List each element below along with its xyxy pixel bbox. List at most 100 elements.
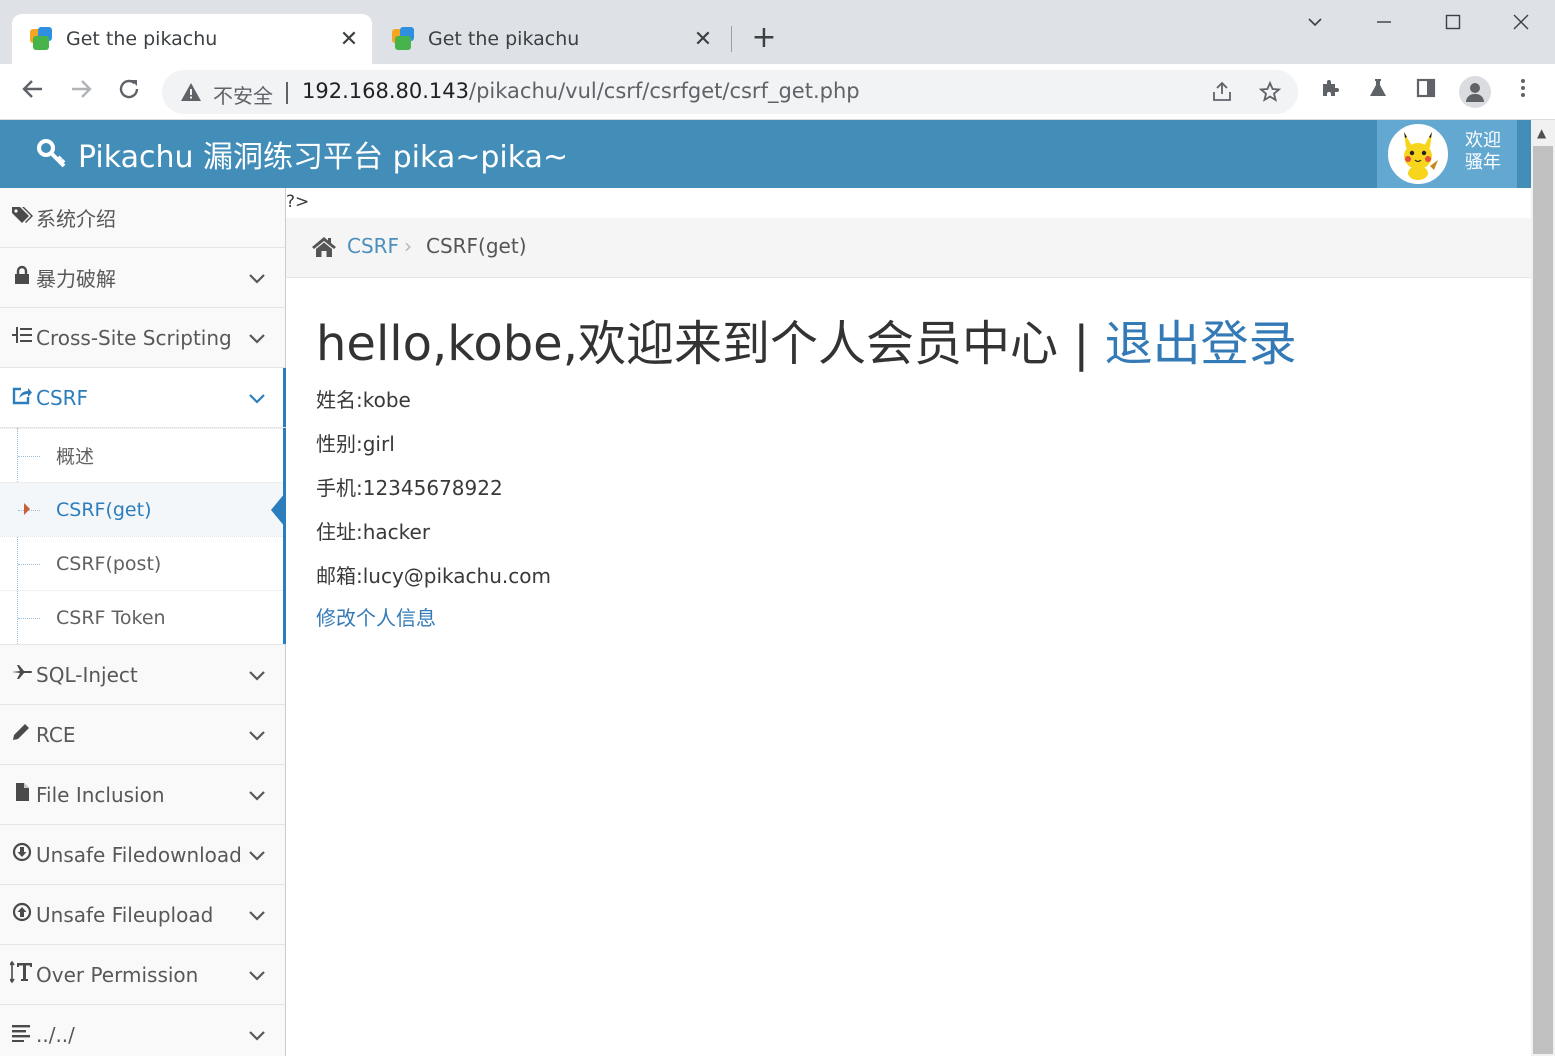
browser-toolbar: 不安全 192.168.80.143/pikachu/vul/csrf/csrf… bbox=[0, 64, 1555, 120]
close-icon[interactable] bbox=[1501, 8, 1541, 40]
security-label[interactable]: 不安全 bbox=[213, 80, 273, 109]
new-tab-button[interactable]: + bbox=[748, 22, 780, 54]
sidebar-item-sqli[interactable]: SQL-Inject bbox=[0, 645, 285, 705]
chevron-down-icon bbox=[249, 910, 265, 921]
menu-icon[interactable] bbox=[1506, 76, 1540, 110]
web-page: Pikachu 漏洞练习平台 pika~pika~ 欢迎 骚年 系统介绍 暴力破… bbox=[0, 120, 1531, 1056]
pikachu-favicon-icon bbox=[392, 27, 416, 51]
caret-right-icon bbox=[24, 503, 30, 515]
user-menu[interactable]: 欢迎 骚年 bbox=[1377, 120, 1517, 188]
edit-profile-link[interactable]: 修改个人信息 bbox=[316, 606, 1297, 630]
active-pointer-icon bbox=[271, 493, 285, 527]
sidepanel-icon[interactable] bbox=[1409, 76, 1443, 110]
breadcrumb: CSRF › CSRF(get) bbox=[286, 218, 1531, 278]
main-content: ?> CSRF › CSRF(get) hello,kobe,欢迎来到个人会员中… bbox=[286, 188, 1531, 1056]
plane-icon bbox=[10, 662, 34, 687]
key-icon bbox=[37, 139, 66, 168]
submenu-item-csrf-get[interactable]: CSRF(get) bbox=[0, 482, 285, 536]
extensions-icon[interactable] bbox=[1314, 76, 1348, 110]
tab-close-icon[interactable]: ✕ bbox=[338, 27, 360, 52]
tags-icon bbox=[10, 205, 34, 230]
sidebar-item-directory-traversal[interactable]: ../../ bbox=[0, 1005, 285, 1056]
info-gender: 性别:girl bbox=[316, 432, 395, 456]
maximize-icon[interactable] bbox=[1433, 8, 1473, 40]
submenu-item-label: CSRF(get) bbox=[56, 498, 152, 521]
reload-icon[interactable] bbox=[112, 76, 146, 110]
submenu-item-overview[interactable]: 概述 bbox=[0, 428, 285, 482]
greeting-text: hello,kobe,欢迎来到个人会员中心 | bbox=[316, 316, 1105, 372]
warning-icon[interactable] bbox=[180, 81, 202, 103]
chevron-down-icon bbox=[249, 970, 265, 981]
info-name: 姓名:kobe bbox=[316, 388, 411, 412]
logout-link[interactable]: 退出登录 bbox=[1105, 316, 1297, 372]
member-center: hello,kobe,欢迎来到个人会员中心 | 退出登录 姓名:kobe 性别:… bbox=[316, 314, 1297, 630]
sidebar-item-unsafe-fileupload[interactable]: Unsafe Fileupload bbox=[0, 885, 285, 945]
upload-circle-icon bbox=[10, 902, 34, 927]
browser-tab-inactive[interactable]: Get the pikachu ✕ bbox=[374, 14, 726, 64]
share-icon[interactable] bbox=[1209, 80, 1235, 106]
sidebar-item-label: File Inclusion bbox=[36, 782, 165, 807]
back-icon[interactable] bbox=[16, 76, 50, 110]
page-scrollbar[interactable]: ▲ bbox=[1531, 120, 1555, 1056]
chevron-down-icon bbox=[249, 730, 265, 741]
breadcrumb-link-csrf[interactable]: CSRF bbox=[347, 234, 399, 258]
text-height-icon bbox=[9, 960, 34, 988]
submenu-item-label: CSRF Token bbox=[56, 606, 166, 629]
download-circle-icon bbox=[10, 842, 34, 867]
site-header: Pikachu 漏洞练习平台 pika~pika~ 欢迎 骚年 bbox=[0, 120, 1531, 188]
brand-title: Pikachu 漏洞练习平台 pika~pika~ bbox=[78, 140, 569, 175]
welcome-text: 欢迎 骚年 bbox=[1465, 130, 1501, 173]
info-address: 住址:hacker bbox=[316, 520, 431, 544]
breadcrumb-separator: › bbox=[404, 234, 412, 258]
submenu-item-csrf-token[interactable]: CSRF Token bbox=[0, 590, 285, 644]
scroll-up-icon[interactable]: ▲ bbox=[1537, 126, 1546, 140]
address-separator bbox=[286, 82, 288, 104]
browser-tab-active[interactable]: Get the pikachu ✕ bbox=[12, 14, 372, 64]
url-text[interactable]: 192.168.80.143/pikachu/vul/csrf/csrfget/… bbox=[302, 79, 860, 103]
sidebar-item-label: Unsafe Filedownload bbox=[36, 842, 242, 867]
tab-title: Get the pikachu bbox=[428, 28, 580, 50]
align-left-icon bbox=[10, 1022, 34, 1047]
pikachu-favicon-icon bbox=[30, 27, 54, 51]
sidebar-item-label: Cross-Site Scripting bbox=[36, 325, 232, 350]
forward-icon[interactable] bbox=[64, 76, 98, 110]
sidebar-item-file-inclusion[interactable]: File Inclusion bbox=[0, 765, 285, 825]
profile-icon[interactable] bbox=[1459, 76, 1491, 108]
info-phone: 手机:12345678922 bbox=[316, 476, 503, 500]
list-tree-icon bbox=[10, 325, 34, 350]
sidebar-item-xss[interactable]: Cross-Site Scripting bbox=[0, 308, 285, 368]
csrf-submenu: 概述 CSRF(get) CSRF(post) CSRF Token bbox=[0, 428, 286, 645]
browser-tab-strip: Get the pikachu ✕ Get the pikachu ✕ + bbox=[0, 0, 1555, 64]
info-email: 邮箱:lucy@pikachu.com bbox=[316, 564, 551, 588]
file-icon bbox=[10, 782, 34, 807]
chevron-down-icon bbox=[249, 790, 265, 801]
address-bar[interactable]: 不安全 192.168.80.143/pikachu/vul/csrf/csrf… bbox=[162, 70, 1298, 114]
share-square-icon bbox=[10, 385, 34, 410]
sidebar-item-unsafe-filedownload[interactable]: Unsafe Filedownload bbox=[0, 825, 285, 885]
tab-search-icon[interactable] bbox=[1295, 8, 1335, 40]
scrollbar-thumb[interactable] bbox=[1533, 146, 1553, 1054]
sidebar-item-label: ../../ bbox=[36, 1022, 75, 1047]
tab-close-icon[interactable]: ✕ bbox=[692, 27, 714, 52]
sidebar: 系统介绍 暴力破解 Cross-Site Scripting CSRF 概述 C… bbox=[0, 188, 286, 1056]
sidebar-item-rce[interactable]: RCE bbox=[0, 705, 285, 765]
tab-separator bbox=[731, 26, 732, 52]
labs-icon[interactable] bbox=[1361, 76, 1395, 110]
sidebar-item-intro[interactable]: 系统介绍 bbox=[0, 188, 285, 248]
star-icon[interactable] bbox=[1257, 80, 1283, 106]
home-icon[interactable] bbox=[311, 235, 337, 259]
sidebar-item-over-permission[interactable]: Over Permission bbox=[0, 945, 285, 1005]
chevron-down-icon bbox=[249, 273, 265, 284]
site-brand[interactable]: Pikachu 漏洞练习平台 pika~pika~ bbox=[36, 132, 568, 176]
sidebar-item-brute-force[interactable]: 暴力破解 bbox=[0, 248, 285, 308]
pencil-icon bbox=[10, 722, 34, 747]
url-path: /pikachu/vul/csrf/csrfget/csrf_get.php bbox=[469, 79, 860, 103]
submenu-item-csrf-post[interactable]: CSRF(post) bbox=[0, 536, 285, 590]
page-title: hello,kobe,欢迎来到个人会员中心 | 退出登录 bbox=[316, 314, 1297, 374]
minimize-icon[interactable] bbox=[1364, 8, 1404, 40]
sidebar-item-label: SQL-Inject bbox=[36, 662, 138, 687]
avatar bbox=[1388, 124, 1448, 184]
chevron-down-icon bbox=[249, 670, 265, 681]
sidebar-item-csrf[interactable]: CSRF bbox=[0, 368, 286, 428]
sidebar-item-label: CSRF bbox=[36, 385, 89, 410]
